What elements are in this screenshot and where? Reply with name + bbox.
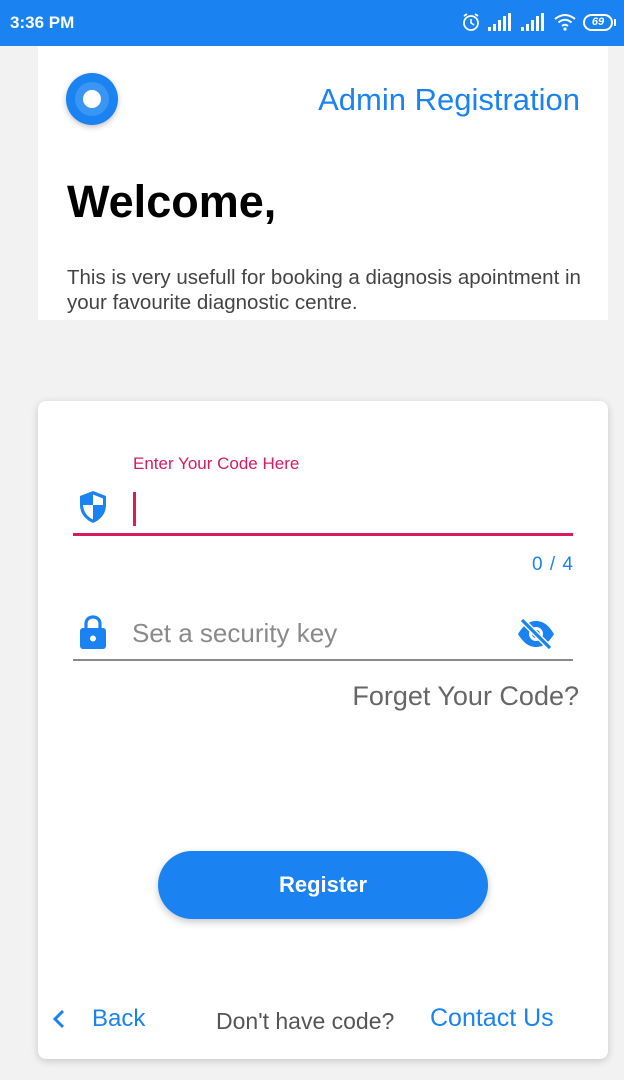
code-input[interactable] <box>132 485 572 529</box>
shield-icon <box>80 491 106 523</box>
welcome-heading: Welcome, <box>67 176 277 227</box>
status-bar: 3:36 PM 69 <box>0 0 624 46</box>
chevron-left-icon <box>52 1009 65 1029</box>
wifi-icon <box>554 14 576 31</box>
target-logo-icon <box>66 73 118 125</box>
battery-icon: 69 <box>583 13 616 31</box>
code-field-label: Enter Your Code Here <box>133 454 300 473</box>
battery-level: 69 <box>583 13 613 31</box>
signal-icon <box>488 13 511 31</box>
register-button[interactable]: Register <box>158 851 488 919</box>
lock-icon <box>80 615 106 649</box>
code-char-counter: 0 / 4 <box>532 554 574 575</box>
header-panel: Admin Registration Welcome, This is very… <box>38 46 608 320</box>
page-title: Admin Registration <box>318 82 580 117</box>
code-input-underline <box>73 533 573 536</box>
status-time: 3:36 PM <box>10 13 75 32</box>
back-button[interactable]: Back <box>52 1005 145 1033</box>
text-cursor <box>133 492 136 526</box>
contact-us-link[interactable]: Contact Us <box>430 1004 554 1033</box>
status-icons: 69 <box>461 10 616 34</box>
registration-card: Enter Your Code Here 0 / 4 Forget Your C… <box>38 401 608 1059</box>
welcome-description: This is very usefull for booking a diagn… <box>67 266 581 314</box>
security-key-underline <box>73 659 573 661</box>
forget-code-link[interactable]: Forget Your Code? <box>352 681 579 712</box>
signal-icon-2 <box>521 13 544 31</box>
no-code-text: Don't have code? <box>216 1008 395 1034</box>
alarm-icon <box>463 13 479 31</box>
back-label: Back <box>92 1005 146 1032</box>
security-key-input[interactable] <box>132 611 512 655</box>
eye-off-icon[interactable] <box>516 618 556 650</box>
